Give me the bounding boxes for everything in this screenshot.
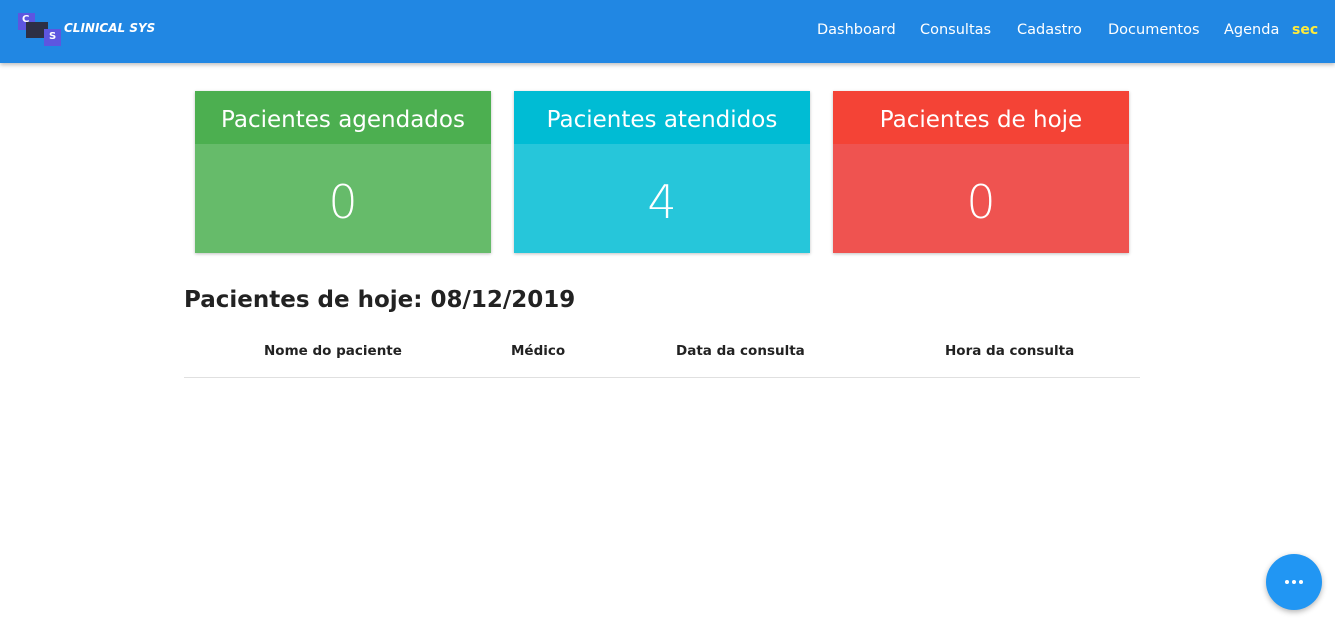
nav-dashboard[interactable]: Dashboard [817,22,896,38]
column-header-medico[interactable]: Médico [511,343,565,359]
app-logo[interactable]: C S CLINICAL SYS [18,13,158,47]
card-pacientes-agendados: Pacientes agendados 0 [195,91,491,253]
column-header-hora[interactable]: Hora da consulta [945,343,1074,359]
top-navbar: C S CLINICAL SYS Dashboard Consultas Cad… [0,0,1335,63]
logo-letter-s: S [49,31,57,42]
nav-agenda[interactable]: Agenda [1224,22,1279,38]
card-value: 4 [514,144,810,253]
card-pacientes-atendidos: Pacientes atendidos 4 [514,91,810,253]
card-title: Pacientes de hoje [833,91,1129,144]
logo-letter-c: C [22,14,30,25]
card-pacientes-de-hoje: Pacientes de hoje 0 [833,91,1129,253]
nav-consultas[interactable]: Consultas [920,22,991,38]
fab-dot [1285,580,1289,584]
section-title: Pacientes de hoje: 08/12/2019 [184,287,576,313]
current-user[interactable]: sec [1292,22,1318,38]
patients-table-header: Nome do paciente Médico Data da consulta… [184,330,1140,378]
nav-documentos[interactable]: Documentos [1108,22,1200,38]
card-title: Pacientes atendidos [514,91,810,144]
card-value: 0 [195,144,491,253]
app-name: CLINICAL SYS [64,21,156,35]
card-value: 0 [833,144,1129,253]
floating-action-button[interactable] [1266,554,1322,610]
nav-cadastro[interactable]: Cadastro [1017,22,1082,38]
fab-dot [1299,580,1303,584]
fab-dot [1292,580,1296,584]
column-header-data[interactable]: Data da consulta [676,343,805,359]
card-title: Pacientes agendados [195,91,491,144]
column-header-nome[interactable]: Nome do paciente [264,343,402,359]
